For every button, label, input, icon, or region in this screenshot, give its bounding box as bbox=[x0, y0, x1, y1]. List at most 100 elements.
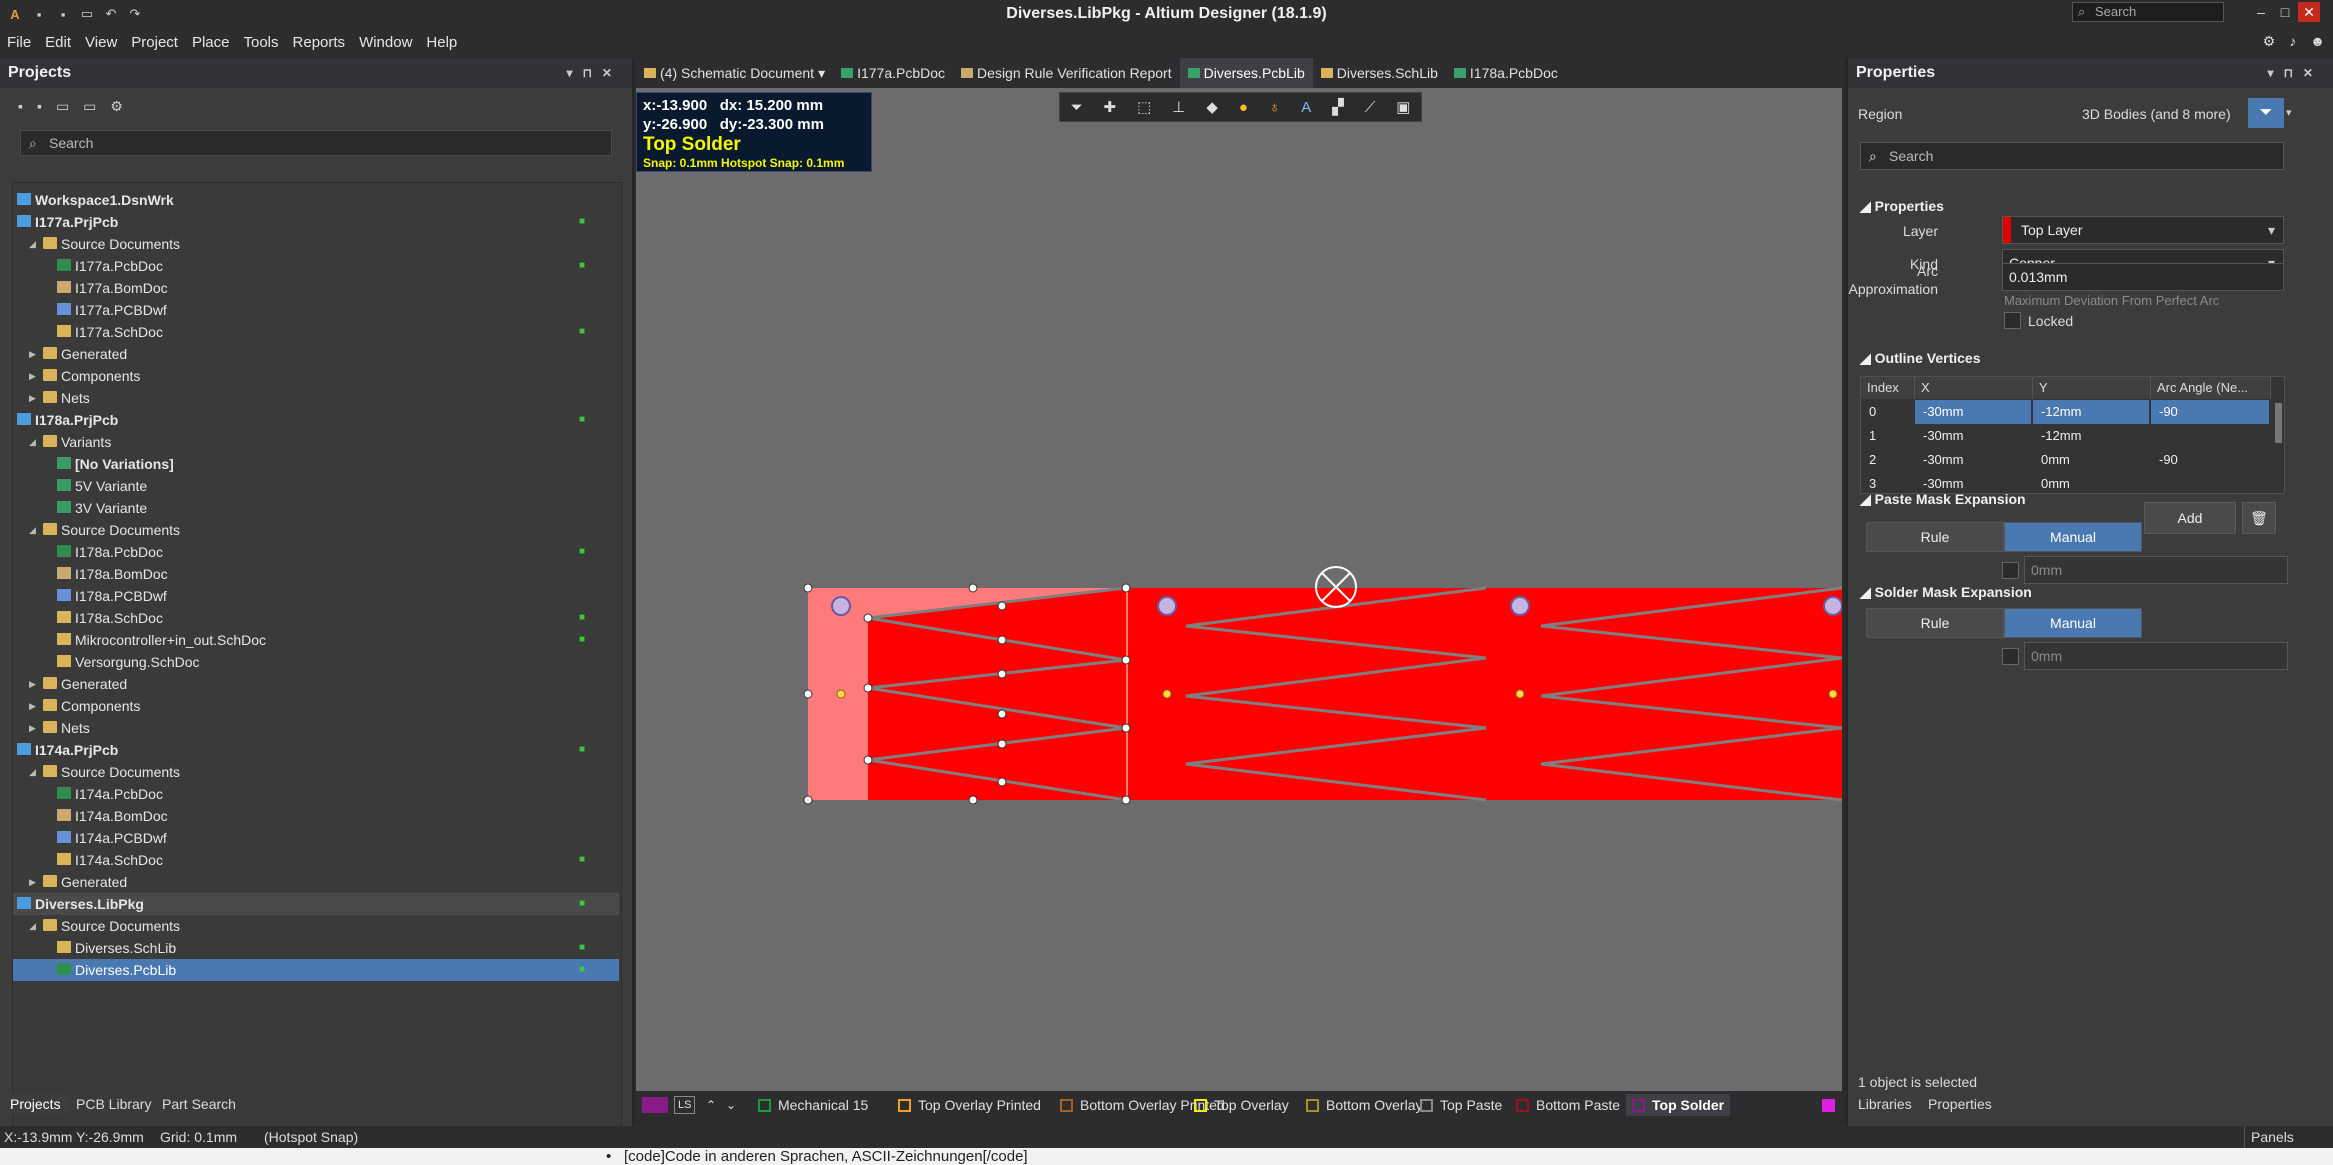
more-layers-swatch[interactable] bbox=[1822, 1094, 1842, 1116]
expand-arrow-icon[interactable]: ▶ bbox=[29, 717, 36, 739]
arc-approximation-input[interactable]: 0.013mm bbox=[2002, 263, 2284, 291]
vertex-cell[interactable]: -12mm bbox=[2033, 400, 2149, 424]
tree-item[interactable]: ▶ Components bbox=[13, 695, 619, 717]
filter-icon[interactable]: ⏷ bbox=[2248, 98, 2284, 128]
menu-window[interactable]: Window bbox=[352, 34, 419, 51]
redo-icon[interactable]: ↷ bbox=[126, 5, 144, 23]
tree-item[interactable]: ▶ Generated bbox=[13, 343, 619, 365]
doc-tab[interactable]: Diverses.SchLib bbox=[1313, 58, 1446, 88]
tree-item[interactable]: ◢I177a.PrjPcb■ bbox=[13, 211, 619, 233]
paste-manual-button[interactable]: Manual bbox=[2004, 522, 2142, 552]
save-all-icon[interactable]: ▪ bbox=[54, 5, 72, 23]
tree-item[interactable]: 3V Variante bbox=[13, 497, 619, 519]
bell-icon[interactable]: ♪ bbox=[2289, 33, 2296, 50]
properties-search-input[interactable]: ⌕ Search bbox=[1860, 142, 2284, 170]
doc-tab[interactable]: Design Rule Verification Report bbox=[953, 58, 1180, 88]
tree-item[interactable]: ◢ Source Documents bbox=[13, 233, 619, 255]
tree-item[interactable]: I177a.SchDoc ■ bbox=[13, 321, 619, 343]
filter-dropdown-icon[interactable]: ▾ bbox=[2286, 98, 2300, 128]
line-icon[interactable]: ⟋ bbox=[1365, 99, 1376, 116]
pcb-footprint-drawing[interactable] bbox=[636, 88, 1842, 1091]
vertices-scrollbar[interactable] bbox=[2275, 403, 2282, 443]
via-icon[interactable]: ♁ bbox=[1269, 99, 1280, 116]
collapse-arrow-icon[interactable]: ◢ bbox=[29, 519, 36, 541]
tree-item[interactable]: Diverses.SchLib ■ bbox=[13, 937, 619, 959]
minimize-button[interactable]: – bbox=[2250, 2, 2272, 22]
menu-place[interactable]: Place bbox=[185, 34, 237, 51]
save-icon[interactable]: ▪ bbox=[18, 98, 23, 114]
tree-item[interactable]: Workspace1.DsnWrk bbox=[13, 189, 619, 211]
vertex-column-header[interactable]: Y bbox=[2033, 377, 2151, 399]
tree-item[interactable]: I174a.SchDoc ■ bbox=[13, 849, 619, 871]
solder-manual-button[interactable]: Manual bbox=[2004, 608, 2142, 638]
open-folder-icon[interactable]: ▭ bbox=[56, 98, 69, 115]
tree-item[interactable]: Diverses.PcbLib ■ bbox=[13, 959, 619, 981]
tree-item[interactable]: ▶ Nets bbox=[13, 717, 619, 739]
undo-icon[interactable]: ↶ bbox=[102, 5, 120, 23]
tree-item[interactable]: I178a.PCBDwf bbox=[13, 585, 619, 607]
vertex-cell[interactable]: 1 bbox=[1861, 424, 1913, 448]
layer-tab[interactable]: Mechanical 15 bbox=[758, 1094, 868, 1116]
layer-tab[interactable]: Top Paste bbox=[1420, 1094, 1502, 1116]
tree-item[interactable]: Mikrocontroller+in_out.SchDoc ■ bbox=[13, 629, 619, 651]
section-outline-vertices[interactable]: ◢ Outline Vertices bbox=[1860, 350, 1980, 367]
tree-item[interactable]: Versorgung.SchDoc bbox=[13, 651, 619, 673]
pad-icon[interactable]: ● bbox=[1239, 99, 1248, 116]
layer-tab[interactable]: Top Solder bbox=[1626, 1094, 1731, 1116]
layer-scroll-up-icon[interactable]: ⌃ bbox=[706, 1094, 716, 1116]
vertex-column-header[interactable]: Index bbox=[1861, 377, 1915, 399]
menu-tools[interactable]: Tools bbox=[237, 34, 286, 51]
projects-search-input[interactable]: ⌕ Search bbox=[20, 130, 612, 156]
pcb-canvas[interactable]: x:-13.900 dx: 15.200 mm y:-26.900 dy:-23… bbox=[636, 88, 1842, 1091]
tree-item[interactable]: 5V Variante bbox=[13, 475, 619, 497]
section-properties[interactable]: ◢ Properties bbox=[1860, 198, 1944, 215]
doc-tab[interactable]: Diverses.PcbLib bbox=[1179, 58, 1313, 88]
vertex-cell[interactable] bbox=[2151, 472, 2269, 496]
tree-item[interactable]: ◢ Variants bbox=[13, 431, 619, 453]
tab-properties[interactable]: Properties bbox=[1924, 1093, 1996, 1115]
layer-set-button[interactable]: LS bbox=[674, 1096, 696, 1114]
tree-item[interactable]: ◢Diverses.LibPkg■ bbox=[13, 893, 619, 915]
vertex-cell[interactable]: -90 bbox=[2151, 448, 2269, 472]
tab-part-search[interactable]: Part Search bbox=[154, 1093, 244, 1115]
expand-arrow-icon[interactable]: ▶ bbox=[29, 673, 36, 695]
vertex-cell[interactable]: 2 bbox=[1861, 448, 1913, 472]
layer-tab[interactable]: Top Overlay bbox=[1194, 1094, 1289, 1116]
expand-arrow-icon[interactable]: ▶ bbox=[29, 365, 36, 387]
tree-item[interactable]: I177a.PcbDoc ■ bbox=[13, 255, 619, 277]
section-solder-mask[interactable]: ◢ Solder Mask Expansion bbox=[1860, 584, 2032, 601]
3d-body-icon[interactable]: ▣ bbox=[1396, 98, 1410, 116]
collapse-arrow-icon[interactable]: ◢ bbox=[29, 233, 36, 255]
gear-icon[interactable]: ⚙ bbox=[2263, 33, 2276, 50]
folder-icon[interactable]: ▭ bbox=[83, 98, 96, 115]
vertex-cell[interactable] bbox=[2151, 424, 2269, 448]
tree-item[interactable]: I174a.BomDoc bbox=[13, 805, 619, 827]
expand-arrow-icon[interactable]: ▶ bbox=[29, 343, 36, 365]
vertex-column-header[interactable]: Arc Angle (Ne... bbox=[2151, 377, 2271, 399]
layer-tab[interactable]: Bottom Paste bbox=[1516, 1094, 1620, 1116]
menu-reports[interactable]: Reports bbox=[286, 34, 353, 51]
settings-icon[interactable]: ⚙ bbox=[110, 98, 123, 115]
tree-item[interactable]: I177a.BomDoc bbox=[13, 277, 619, 299]
tree-item[interactable]: ◢ Source Documents bbox=[13, 761, 619, 783]
tree-item[interactable]: I174a.PcbDoc bbox=[13, 783, 619, 805]
section-paste-mask[interactable]: ◢ Paste Mask Expansion bbox=[1860, 491, 2026, 508]
paste-expansion-input[interactable]: 0mm bbox=[2024, 556, 2288, 584]
layer-scroll-down-icon[interactable]: ⌄ bbox=[726, 1094, 736, 1116]
region-icon[interactable]: ▞ bbox=[1332, 98, 1344, 116]
expand-arrow-icon[interactable]: ▶ bbox=[29, 695, 36, 717]
menu-file[interactable]: File bbox=[0, 34, 38, 51]
collapse-arrow-icon[interactable]: ◢ bbox=[29, 761, 36, 783]
solder-expansion-input[interactable]: 0mm bbox=[2024, 642, 2288, 670]
vertex-cell[interactable]: 0 bbox=[1861, 400, 1913, 424]
tree-item[interactable]: ▶ Generated bbox=[13, 673, 619, 695]
tree-item[interactable]: ◢I174a.PrjPcb■ bbox=[13, 739, 619, 761]
tree-item[interactable]: ▶ Components bbox=[13, 365, 619, 387]
doc-tab[interactable]: I177a.PcbDoc bbox=[833, 58, 953, 88]
tree-item[interactable]: [No Variations] bbox=[13, 453, 619, 475]
vertex-column-header[interactable]: X bbox=[1915, 377, 2033, 399]
maximize-button[interactable]: □ bbox=[2274, 2, 2296, 22]
panel-controls[interactable]: ▾⊓✕ bbox=[567, 58, 622, 88]
collapse-arrow-icon[interactable]: ◢ bbox=[29, 431, 36, 453]
current-layer-swatch[interactable] bbox=[642, 1097, 668, 1113]
